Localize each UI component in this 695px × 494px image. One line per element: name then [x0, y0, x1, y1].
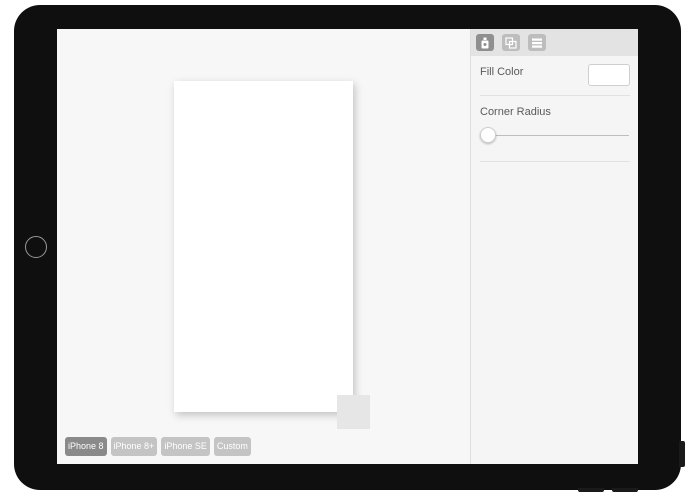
layers-tab[interactable] — [528, 34, 546, 51]
layout-tab[interactable] — [502, 34, 520, 51]
fill-color-swatch[interactable] — [588, 64, 630, 86]
layout-icon — [505, 36, 517, 49]
style-icon — [480, 37, 490, 49]
layers-icon — [531, 37, 543, 49]
device-preset-bar: iPhone 8 iPhone 8+ iPhone SE Custom — [65, 437, 251, 456]
preset-iphone-8-plus[interactable]: iPhone 8+ — [110, 437, 158, 456]
corner-radius-slider-thumb[interactable] — [480, 127, 496, 143]
preset-custom[interactable]: Custom — [213, 437, 251, 456]
preset-iphone-8[interactable]: iPhone 8 — [65, 437, 107, 456]
corner-radius-slider[interactable] — [487, 135, 629, 136]
home-button[interactable] — [25, 236, 47, 258]
canvas-area[interactable]: iPhone 8 iPhone 8+ iPhone SE Custom — [57, 29, 470, 464]
app-screen: iPhone 8 iPhone 8+ iPhone SE Custom Fill… — [57, 29, 638, 464]
side-button — [679, 441, 685, 467]
resize-handle[interactable] — [337, 395, 370, 429]
inspector-panel: Fill Color Corner Radius — [470, 29, 638, 464]
fill-color-label: Fill Color — [480, 66, 524, 78]
artboard[interactable] — [174, 81, 353, 412]
inspector-toolbar — [471, 29, 638, 56]
style-tab[interactable] — [476, 34, 494, 51]
corner-radius-label: Corner Radius — [480, 106, 551, 118]
divider — [480, 95, 630, 96]
volume-button — [578, 488, 604, 492]
divider — [480, 161, 630, 162]
preset-iphone-se[interactable]: iPhone SE — [161, 437, 210, 456]
volume-button — [612, 488, 638, 492]
